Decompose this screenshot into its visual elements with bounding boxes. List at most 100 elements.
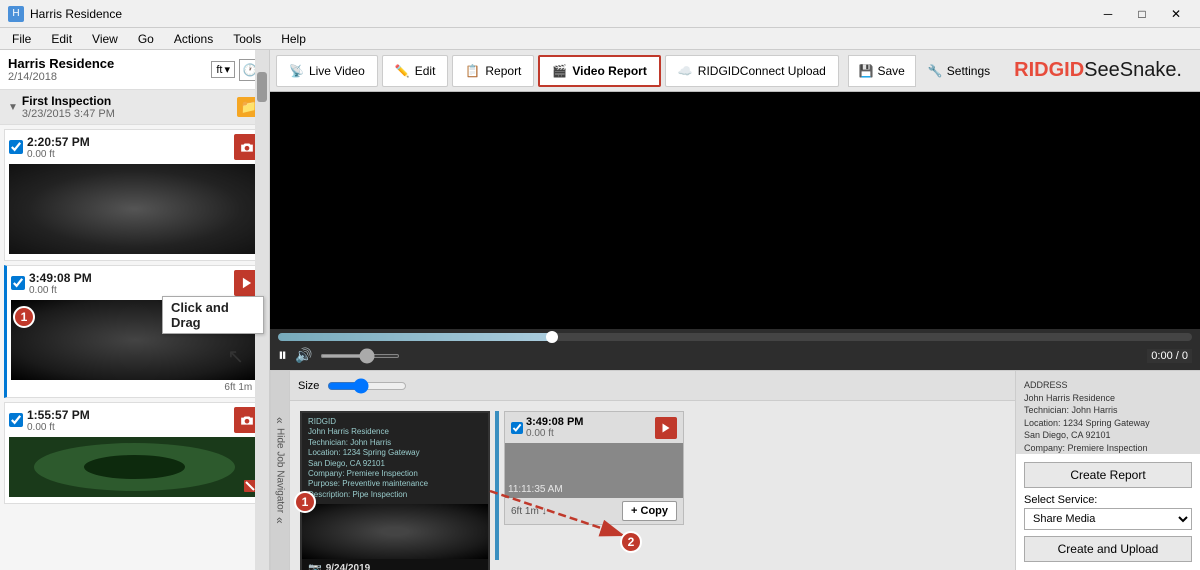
toolbar: 📡 Live Video ✏️ Edit 📋 Report 🎬 Video Re… xyxy=(270,50,1200,92)
create-upload-button[interactable]: Create and Upload xyxy=(1024,536,1192,562)
obs-dist-3: 0.00 ft xyxy=(27,422,90,433)
create-report-button[interactable]: Create Report xyxy=(1024,462,1192,488)
info-actions: Create Report Select Service: Share Medi… xyxy=(1016,454,1200,570)
video-controls-row: ⏸ 🔊 0:00 / 0 xyxy=(278,345,1192,366)
volume-slider[interactable] xyxy=(320,354,400,358)
timeline-toolbar: Size xyxy=(290,371,1015,401)
title-bar-left: H Harris Residence xyxy=(8,6,122,22)
video-controls: ⏸ 🔊 0:00 / 0 xyxy=(270,329,1200,370)
step-badge-1-timeline: 1 xyxy=(294,491,316,513)
unit-dropdown-arrow[interactable]: ▾ xyxy=(224,63,230,76)
pause-button[interactable]: ⏸ xyxy=(278,345,287,366)
ridgid-connect-button[interactable]: ☁️ RIDGIDConnect Upload xyxy=(665,55,839,87)
volume-button[interactable]: 🔊 xyxy=(295,347,312,364)
menu-view[interactable]: View xyxy=(84,30,126,48)
unit-selector[interactable]: ft ▾ xyxy=(211,61,235,78)
obs-header-2: 3:49:08 PM 0.00 ft xyxy=(11,270,260,296)
bottom-area: « Hide Job Navigator « Size xyxy=(270,370,1200,570)
copy-button[interactable]: + Copy xyxy=(622,501,677,521)
job-header-info: Harris Residence 2/14/2018 xyxy=(8,56,114,83)
progress-bar[interactable] xyxy=(278,333,1192,341)
menu-help[interactable]: Help xyxy=(273,30,314,48)
menu-go[interactable]: Go xyxy=(130,30,162,48)
minimize-button[interactable]: ─ xyxy=(1092,4,1124,24)
logo-seesnake: SeeSnake. xyxy=(1084,59,1182,82)
job-header: Harris Residence 2/14/2018 ft ▾ 🕐 xyxy=(0,50,269,90)
source-clip-info: RIDGIDJohn Harris ResidenceTechnician: J… xyxy=(308,417,482,500)
drop-zone: 3:49:08 PM 0.00 ft 11:11:35 xyxy=(504,411,684,525)
video-report-button[interactable]: 🎬 Video Report xyxy=(538,55,660,87)
obs-dist: 0.00 ft xyxy=(27,149,90,160)
hide-nav-button[interactable]: « Hide Job Navigator « xyxy=(270,371,290,570)
app-title: Harris Residence xyxy=(30,7,122,21)
inspection-name: First Inspection xyxy=(22,94,115,108)
obs-footer xyxy=(9,254,260,256)
job-date: 2/14/2018 xyxy=(8,71,114,83)
ridgid-connect-icon: ☁️ xyxy=(678,64,693,78)
left-panel: Harris Residence 2/14/2018 ft ▾ 🕐 ▼ Firs… xyxy=(0,50,270,570)
obs-dist-2: 0.00 ft xyxy=(29,285,92,296)
scroll-thumb[interactable] xyxy=(257,72,267,102)
obs-time-2: 3:49:08 PM xyxy=(29,271,92,285)
timeline-separator xyxy=(495,411,499,560)
observation-item[interactable]: 2:20:57 PM 0.00 ft xyxy=(4,129,265,261)
obs-footer-3 xyxy=(9,497,260,499)
menu-tools[interactable]: Tools xyxy=(225,30,269,48)
save-icon: 💾 xyxy=(859,64,874,78)
settings-button[interactable]: 🔧 Settings xyxy=(920,60,998,82)
report-button[interactable]: 📋 Report xyxy=(452,55,534,87)
hide-nav-label: Hide Job Navigator xyxy=(275,428,286,513)
size-label: Size xyxy=(298,380,319,392)
progress-fill xyxy=(278,333,552,341)
job-title: Harris Residence xyxy=(8,56,114,71)
save-button[interactable]: 💾 Save xyxy=(848,55,916,87)
obs-checkbox-2[interactable] xyxy=(11,276,25,290)
observation-list: 2:20:57 PM 0.00 ft xyxy=(0,125,269,570)
edit-button[interactable]: ✏️ Edit xyxy=(382,55,449,87)
edit-icon: ✏️ xyxy=(395,64,410,78)
report-icon: 📋 xyxy=(465,64,480,78)
video-report-icon: 🎬 xyxy=(552,64,567,78)
observation-item-3[interactable]: 1:55:57 PM 0.00 ft xyxy=(4,402,265,504)
service-select[interactable]: Share Media xyxy=(1024,508,1192,530)
source-clip-header: RIDGIDJohn Harris ResidenceTechnician: J… xyxy=(302,413,488,504)
drop-clip: 3:49:08 PM 0.00 ft 11:11:35 xyxy=(504,411,684,525)
logo-ridgid: RIDGID xyxy=(1014,59,1084,82)
settings-icon: 🔧 xyxy=(928,64,943,78)
menu-actions[interactable]: Actions xyxy=(166,30,221,48)
maximize-button[interactable]: □ xyxy=(1126,4,1158,24)
timeline-area: Size RIDGIDJohn Harris ResidenceTechnici… xyxy=(290,371,1015,570)
obs-time-3: 1:55:57 PM xyxy=(27,408,90,422)
info-panel: ADDRESS John Harris Residence Technician… xyxy=(1015,371,1200,570)
window-controls[interactable]: ─ □ ✕ xyxy=(1092,4,1192,24)
unit-label: ft xyxy=(216,64,222,76)
drop-clip-footer-row: 6ft 1m ↓ + Copy xyxy=(505,498,683,524)
content-area: ⏸ 🔊 0:00 / 0 « Hide Job Navigator « xyxy=(270,92,1200,570)
title-bar: H Harris Residence ─ □ ✕ xyxy=(0,0,1200,28)
menu-edit[interactable]: Edit xyxy=(43,30,80,48)
inspection-date: 3/23/2015 3:47 PM xyxy=(22,108,115,120)
close-button[interactable]: ✕ xyxy=(1160,4,1192,24)
observation-item-active[interactable]: 3:49:08 PM 0.00 ft 1 Click and Drag xyxy=(4,265,265,398)
select-service-section: Select Service: Share Media xyxy=(1024,494,1192,530)
obs-checkbox-3[interactable] xyxy=(9,413,23,427)
menu-file[interactable]: File xyxy=(4,30,39,48)
timeline-content: RIDGIDJohn Harris ResidenceTechnician: J… xyxy=(290,401,1015,570)
obs-time: 2:20:57 PM xyxy=(27,135,90,149)
step-badge-2-timeline: 2 xyxy=(620,531,642,553)
pipe-thumbnail xyxy=(9,164,260,254)
cursor-icon: ↖ xyxy=(227,344,244,369)
obs-checkbox[interactable] xyxy=(9,140,23,154)
select-service-label: Select Service: xyxy=(1024,494,1192,506)
service-select-row: Share Media xyxy=(1024,508,1192,530)
step-badge-1: 1 xyxy=(13,306,35,328)
drop-obs-time: 3:49:08 PM xyxy=(526,416,583,428)
obs-thumbnail-3 xyxy=(9,437,260,497)
source-clip[interactable]: RIDGIDJohn Harris ResidenceTechnician: J… xyxy=(300,411,490,570)
chevron-left-icon-2: « xyxy=(273,517,287,524)
live-video-button[interactable]: 📡 Live Video xyxy=(276,55,378,87)
size-slider[interactable] xyxy=(327,378,407,394)
obs-header: 2:20:57 PM 0.00 ft xyxy=(9,134,260,160)
drop-obs-checkbox[interactable] xyxy=(511,422,523,434)
inspection-collapse-arrow[interactable]: ▼ xyxy=(8,102,18,113)
